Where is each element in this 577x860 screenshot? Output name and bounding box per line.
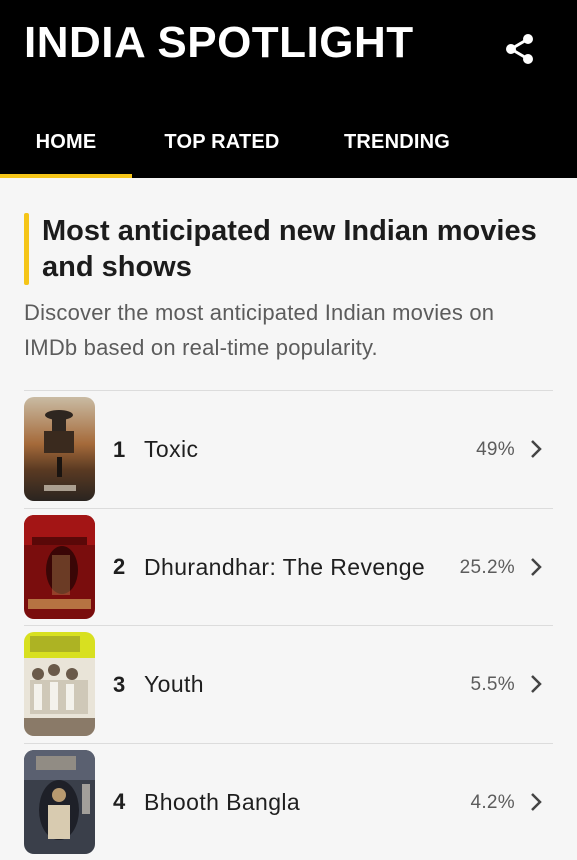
popularity-percent: 25.2% (459, 556, 515, 578)
movie-poster (24, 632, 95, 736)
movie-title: Bhooth Bangla (144, 788, 301, 815)
chevron-right-icon (531, 675, 542, 693)
chevron-right-icon (531, 557, 542, 576)
chevron-right-icon (531, 792, 542, 811)
share-icon[interactable] (503, 32, 537, 66)
tab-trending[interactable]: TRENDING (312, 106, 482, 178)
movie-rank: 3 (113, 671, 126, 697)
tab-home[interactable]: HOME (0, 106, 132, 178)
popularity-percent: 49% (476, 439, 515, 460)
movie-title: Youth (144, 671, 204, 697)
list-item[interactable]: 2 Dhurandhar: The Revenge 25.2% (24, 509, 553, 626)
chevron-right-icon (531, 440, 542, 458)
app-title: INDIA SPOTLIGHT (24, 18, 414, 67)
movie-title: Dhurandhar: The Revenge (144, 553, 426, 580)
movie-rank: 1 (113, 436, 126, 462)
app-header: INDIA SPOTLIGHT HOME TOP RATED TRENDING (0, 0, 577, 178)
list-item[interactable]: 3 Youth 5.5% (24, 626, 553, 744)
movie-list: 1 Toxic 49% 2 Dhurandhar: The Revenge 25… (24, 390, 553, 860)
accent-bar (24, 213, 29, 285)
list-item[interactable]: 4 Bhooth Bangla 4.2% (24, 744, 553, 860)
tab-top-rated[interactable]: TOP RATED (132, 106, 312, 178)
movie-title: Toxic (144, 436, 199, 462)
popularity-percent: 5.5% (470, 674, 515, 695)
section-header: Most anticipated new Indian movies and s… (24, 213, 553, 285)
main-content: Most anticipated new Indian movies and s… (0, 213, 577, 860)
popularity-percent: 4.2% (470, 791, 515, 813)
movie-rank: 2 (113, 554, 126, 579)
tab-bar: HOME TOP RATED TRENDING (0, 106, 577, 178)
movie-poster (24, 749, 95, 854)
movie-poster (24, 514, 95, 619)
list-item[interactable]: 1 Toxic 49% (24, 391, 553, 509)
movie-poster (24, 397, 95, 501)
section-title: Most anticipated new Indian movies and s… (42, 215, 537, 283)
section-description: Discover the most anticipated Indian mov… (24, 300, 495, 360)
movie-rank: 4 (113, 789, 126, 814)
